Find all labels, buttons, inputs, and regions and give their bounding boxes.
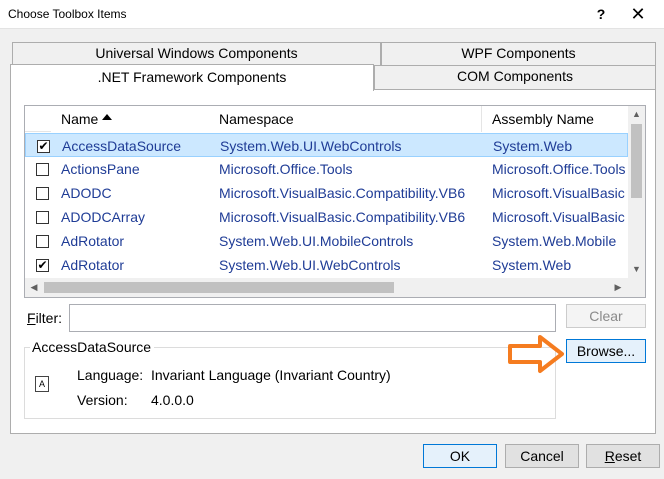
item-assembly: System.Web — [492, 257, 572, 273]
item-assembly: System.Web — [493, 138, 573, 154]
scroll-up-icon[interactable]: ▲ — [628, 106, 645, 123]
item-checkbox[interactable] — [36, 163, 49, 176]
item-name: ADODCArray — [61, 209, 146, 225]
item-checkbox[interactable]: ✔ — [37, 140, 50, 153]
horizontal-scroll-thumb[interactable] — [44, 282, 394, 293]
tab-wpf-components[interactable]: WPF Components — [381, 42, 656, 65]
item-namespace: Microsoft.Office.Tools — [219, 161, 353, 177]
item-checkbox[interactable]: ✔ — [36, 259, 49, 272]
column-header-name[interactable]: Name — [51, 106, 219, 132]
item-namespace: System.Web.UI.WebControls — [220, 138, 402, 154]
sort-ascending-icon — [102, 114, 113, 120]
scroll-down-icon[interactable]: ▼ — [628, 261, 645, 278]
item-checkbox[interactable] — [36, 187, 49, 200]
item-namespace: System.Web.UI.WebControls — [219, 257, 401, 273]
component-icon: A — [35, 376, 49, 392]
tab-universal-windows-components[interactable]: Universal Windows Components — [12, 42, 381, 65]
list-item[interactable]: ✔ AdRotator System.Web.UI.WebControls Sy… — [25, 253, 628, 277]
item-assembly: Microsoft.VisualBasic — [492, 209, 625, 225]
item-name: AdRotator — [61, 233, 125, 249]
reset-button[interactable]: Reset — [586, 444, 660, 468]
column-header-name-label: Name — [61, 111, 99, 127]
item-assembly: Microsoft.VisualBasic — [492, 185, 625, 201]
tab-net-framework-components[interactable]: .NET Framework Components — [10, 64, 374, 91]
scroll-left-icon[interactable]: ◀ — [25, 278, 43, 297]
version-label: Version: — [77, 392, 128, 408]
filter-label: Filter: — [27, 310, 63, 326]
column-header-assembly[interactable]: Assembly Name — [482, 106, 628, 132]
scrollbar-corner — [628, 278, 645, 297]
checkmark-icon: ✔ — [37, 258, 48, 272]
vertical-scroll-thumb[interactable] — [631, 124, 642, 198]
horizontal-scrollbar[interactable]: ◀ ▶ — [25, 278, 628, 297]
list-item[interactable]: ✔ AccessDataSource System.Web.UI.WebCont… — [25, 133, 628, 157]
item-namespace: System.Web.UI.MobileControls — [219, 233, 414, 249]
item-name: AccessDataSource — [62, 138, 182, 154]
close-button[interactable]: ✕ — [626, 2, 650, 26]
item-assembly: System.Web.Mobile — [492, 233, 617, 249]
list-item[interactable]: ADODC Microsoft.VisualBasic.Compatibilit… — [25, 181, 628, 205]
item-namespace: Microsoft.VisualBasic.Compatibility.VB6 — [219, 185, 466, 201]
browse-button[interactable]: Browse... — [566, 339, 646, 363]
checkmark-icon: ✔ — [38, 139, 49, 153]
item-name: ActionsPane — [61, 161, 140, 177]
item-checkbox[interactable] — [36, 235, 49, 248]
component-info-title: AccessDataSource — [30, 339, 155, 355]
list-header: Name Namespace Assembly Name — [25, 106, 628, 132]
component-info-group — [24, 347, 556, 419]
ok-button[interactable]: OK — [423, 444, 497, 468]
item-namespace: Microsoft.VisualBasic.Compatibility.VB6 — [219, 209, 466, 225]
components-list[interactable]: Name Namespace Assembly Name ✔ AccessDat… — [24, 105, 646, 298]
item-assembly: Microsoft.Office.Tools — [492, 161, 626, 177]
scroll-right-icon[interactable]: ▶ — [609, 278, 627, 297]
column-header-namespace[interactable]: Namespace — [209, 106, 482, 132]
item-checkbox[interactable] — [36, 211, 49, 224]
vertical-scrollbar[interactable]: ▲ ▼ — [628, 106, 645, 278]
version-value: 4.0.0.0 — [151, 392, 194, 408]
list-item[interactable]: ActionsPane Microsoft.Office.Tools Micro… — [25, 157, 628, 181]
help-button[interactable]: ? — [590, 2, 612, 26]
item-name: AdRotator — [61, 257, 125, 273]
window-title: Choose Toolbox Items — [8, 7, 127, 21]
tab-com-components[interactable]: COM Components — [374, 65, 656, 89]
language-label: Language: — [77, 367, 144, 383]
cancel-button[interactable]: Cancel — [505, 444, 579, 468]
clear-button[interactable]: Clear — [566, 304, 646, 328]
list-item[interactable]: AdRotator System.Web.UI.MobileControls S… — [25, 229, 628, 253]
language-value: Invariant Language (Invariant Country) — [151, 367, 391, 383]
item-name: ADODC — [61, 185, 112, 201]
filter-input[interactable] — [69, 304, 556, 332]
list-item[interactable]: ADODCArray Microsoft.VisualBasic.Compati… — [25, 205, 628, 229]
arrow-right-icon — [508, 335, 564, 373]
